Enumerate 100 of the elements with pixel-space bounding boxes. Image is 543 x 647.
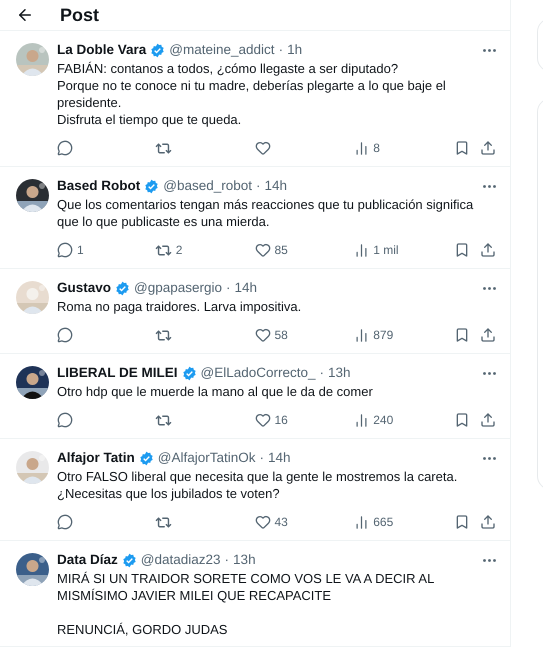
- more-icon: [483, 558, 496, 562]
- more-button[interactable]: [483, 184, 496, 188]
- separator-dot: ·: [224, 551, 230, 569]
- page-title: Post: [60, 4, 100, 26]
- share-button[interactable]: [480, 412, 496, 428]
- bookmark-button[interactable]: [454, 140, 470, 156]
- like-button[interactable]: 58: [254, 327, 288, 343]
- bar-chart-icon: [354, 242, 370, 258]
- speech-bubble-icon: [57, 242, 73, 258]
- author-handle: @AlfajorTatinOk: [158, 449, 256, 467]
- views-button[interactable]: 1 mil: [354, 242, 399, 258]
- author-name: Alfajor Tatin: [57, 449, 135, 467]
- like-count: 43: [274, 515, 288, 529]
- bookmark-button[interactable]: [454, 514, 470, 530]
- author-handle: @based_robot: [163, 177, 252, 195]
- author-name: LIBERAL DE MILEI: [57, 364, 178, 382]
- heart-icon: [254, 140, 270, 156]
- more-icon: [483, 456, 496, 460]
- like-button[interactable]: 16: [254, 412, 288, 428]
- like-button[interactable]: 43: [254, 514, 288, 530]
- reply-text: Roma no paga traidores. Larva impositiva.: [57, 298, 302, 315]
- separator-dot: ·: [226, 279, 231, 297]
- separator-dot: ·: [260, 449, 264, 467]
- separator-dot: ·: [256, 177, 261, 195]
- author-name: Based Robot: [57, 177, 140, 195]
- share-button[interactable]: [480, 327, 496, 343]
- post-time: 14h: [234, 279, 258, 297]
- author-handle: @ElLadoCorrecto_: [200, 364, 316, 382]
- views-button[interactable]: 665: [354, 514, 394, 530]
- bookmark-button[interactable]: [454, 242, 470, 258]
- reply-count: 1: [77, 243, 84, 257]
- heart-icon: [254, 412, 270, 428]
- share-icon: [480, 242, 496, 258]
- views-button[interactable]: 879: [354, 328, 394, 342]
- share-button[interactable]: [480, 242, 496, 258]
- back-button[interactable]: [16, 6, 34, 24]
- post-time: 13h: [233, 551, 256, 569]
- bar-chart-icon: [354, 514, 370, 530]
- bar-chart-icon: [354, 328, 370, 342]
- more-button[interactable]: [483, 286, 496, 290]
- author-handle: @gpapasergio: [134, 279, 222, 297]
- more-icon: [483, 286, 496, 290]
- more-button[interactable]: [483, 48, 496, 52]
- reply-button[interactable]: [57, 412, 73, 428]
- more-icon: [483, 184, 496, 188]
- share-icon: [480, 412, 496, 428]
- reply-button[interactable]: [57, 140, 73, 156]
- reply-text: Que los comentarios tengan más reacciones que tu publicación significa que lo que publicaste es una mierda.: [57, 196, 474, 230]
- more-button[interactable]: [483, 558, 496, 562]
- views-button[interactable]: 8: [354, 140, 380, 156]
- like-button[interactable]: 85: [254, 242, 288, 258]
- share-icon: [480, 140, 496, 156]
- reply-button[interactable]: [57, 327, 73, 343]
- heart-icon: [254, 327, 270, 343]
- views-button[interactable]: 240: [354, 412, 394, 428]
- repost-button[interactable]: 2: [154, 242, 182, 258]
- like-button[interactable]: [254, 140, 270, 156]
- like-count: 16: [274, 413, 288, 427]
- bookmark-button[interactable]: [454, 327, 470, 343]
- more-icon: [483, 372, 496, 374]
- separator-dot: ·: [278, 41, 284, 59]
- heart-icon: [254, 514, 270, 530]
- view-count: 8: [373, 141, 380, 155]
- author-name: Data Díaz: [57, 551, 118, 569]
- reply-button[interactable]: 1: [57, 242, 84, 258]
- speech-bubble-icon: [57, 140, 73, 156]
- view-count: 1 mil: [373, 243, 399, 257]
- more-button[interactable]: [483, 372, 496, 374]
- author-name: La Doble Vara: [57, 41, 146, 59]
- reply-text: MIRÁ SI UN TRAIDOR SORETE COMO VOS LE VA A DECIR AL MISMÍSIMO JAVIER MILEI QUE RECAPACITE RENUNCIÁ, GORDO JUDAS: [57, 570, 435, 638]
- speech-bubble-icon: [57, 412, 73, 428]
- reply-button[interactable]: [57, 514, 73, 530]
- speech-bubble-icon: [57, 514, 73, 530]
- speech-bubble-icon: [57, 327, 73, 343]
- bar-chart-icon: [354, 412, 370, 428]
- repost-count: 2: [176, 243, 182, 257]
- post-time: 1h: [287, 41, 302, 59]
- share-button[interactable]: [480, 140, 496, 156]
- view-count: 665: [373, 515, 394, 529]
- like-count: 85: [274, 243, 288, 257]
- post-time: 13h: [328, 364, 351, 382]
- bookmark-icon: [454, 412, 470, 428]
- bookmark-button[interactable]: [454, 412, 470, 428]
- more-button[interactable]: [483, 456, 496, 460]
- author-name: Gustavo: [57, 279, 112, 297]
- share-button[interactable]: [480, 514, 496, 530]
- more-icon: [483, 48, 496, 52]
- reply-text: Otro hdp que le muerde la mano al que le da de comer: [57, 383, 374, 400]
- view-count: 879: [373, 328, 394, 342]
- bookmark-icon: [454, 140, 470, 156]
- bar-chart-icon: [354, 140, 370, 156]
- bookmark-icon: [454, 327, 470, 343]
- author-handle: @mateine_addict: [169, 41, 275, 59]
- reply-text: Otro FALSO liberal que necesita que la gente le mostremos la careta. ¿Necesitas que los jubilados te voten?: [57, 468, 458, 502]
- view-count: 240: [373, 413, 394, 427]
- author-handle: @datadiaz23: [140, 551, 221, 569]
- bookmark-icon: [454, 514, 470, 530]
- like-count: 58: [274, 328, 288, 342]
- share-icon: [480, 327, 496, 343]
- post-time: 14h: [268, 449, 291, 467]
